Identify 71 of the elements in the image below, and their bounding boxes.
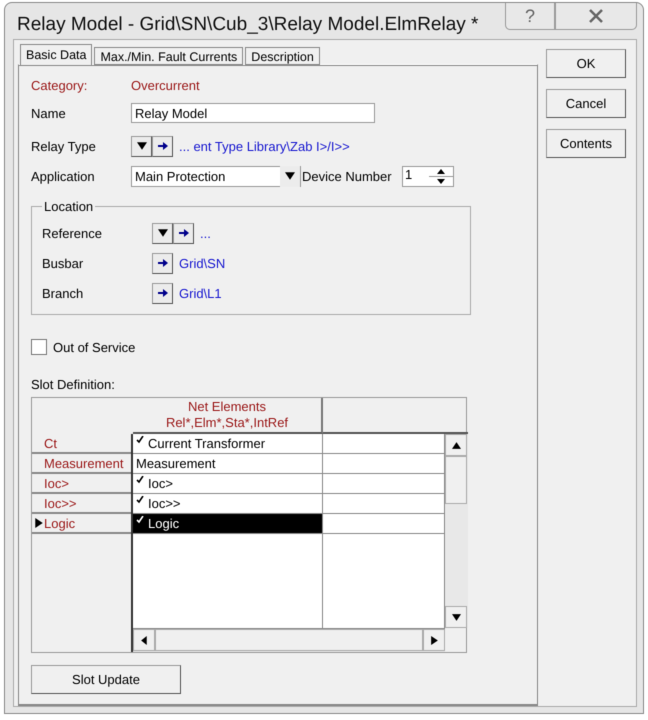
scroll-up-button[interactable]: [445, 434, 467, 456]
field-label: Category:: [31, 78, 88, 92]
field-label: Busbar: [42, 256, 84, 270]
window-title: Relay Model - Grid\SN\Cub_3\Relay Model.ElmRelay *: [17, 13, 480, 36]
scroll-down-button[interactable]: [445, 606, 467, 628]
checkbox[interactable]: [31, 339, 47, 355]
field-label: Reference: [42, 226, 103, 240]
vertical-scrollbar[interactable]: [445, 434, 468, 628]
field-label: Relay Type: [31, 138, 97, 154]
left-arrow-icon: [140, 636, 148, 644]
relay-type-link[interactable]: ... ent Type Library\Zab I>/I>>: [179, 138, 350, 154]
row-pointer-icon: [34, 518, 44, 528]
dropdown-button[interactable]: [131, 136, 152, 156]
row-header[interactable]: Measurement: [32, 454, 131, 474]
table-cell[interactable]: Ioc>: [133, 474, 322, 494]
arrow-icon: [158, 289, 168, 297]
spin-arrows-icon: [429, 166, 453, 186]
field-label: Device Number: [302, 168, 393, 184]
checkbox-label: Out of Service: [53, 340, 136, 354]
row-header[interactable]: Ioc>: [32, 474, 131, 494]
arrow-icon: [158, 142, 168, 150]
name-field[interactable]: Relay Model: [131, 103, 375, 123]
close-icon: [588, 9, 604, 23]
tab[interactable]: Max./Min. Fault Currents: [94, 47, 244, 65]
jump-button[interactable]: [152, 282, 173, 304]
row-header[interactable]: Ct: [32, 434, 131, 454]
caret-icon: [158, 228, 168, 238]
table-cell[interactable]: Current Transformer: [133, 434, 322, 454]
row-header[interactable]: Ioc>>: [32, 494, 131, 514]
tick-icon: [136, 496, 144, 504]
arrow-icon: [178, 229, 188, 237]
scroll-right-button[interactable]: [423, 629, 445, 651]
tab[interactable]: Basic Data: [20, 44, 92, 65]
tab[interactable]: Description: [245, 47, 320, 65]
group-title: Location: [43, 199, 94, 214]
table-cell[interactable]: Logic: [133, 514, 322, 534]
down-arrow-icon: [452, 612, 460, 622]
scroll-thumb[interactable]: [445, 456, 467, 504]
location-link[interactable]: Grid\SN: [179, 256, 226, 270]
dropdown-button[interactable]: [152, 222, 173, 244]
jump-button[interactable]: [152, 136, 173, 156]
horizontal-scrollbar[interactable]: [133, 628, 445, 652]
row-header[interactable]: Logic: [32, 514, 131, 534]
help-button[interactable]: ?: [505, 3, 555, 30]
tick-icon: [136, 436, 144, 444]
close-button[interactable]: [555, 3, 637, 30]
scroll-left-button[interactable]: [133, 629, 155, 651]
dialog-button[interactable]: Cancel: [546, 89, 626, 118]
dialog-button[interactable]: Contents: [546, 129, 626, 158]
dialog-button[interactable]: OK: [546, 49, 626, 78]
device-number-spinner[interactable]: 1: [402, 166, 454, 186]
table-cell[interactable]: Ioc>>: [133, 494, 322, 514]
jump-button[interactable]: [152, 252, 173, 274]
caret-icon: [136, 141, 146, 151]
jump-button[interactable]: [173, 222, 194, 244]
location-link[interactable]: Grid\L1: [179, 286, 222, 300]
field-label: Branch: [42, 286, 84, 300]
right-arrow-icon: [430, 636, 438, 644]
section-label: Slot Definition:: [31, 376, 115, 392]
slot-update-button[interactable]: Slot Update: [31, 665, 181, 694]
category-value: Overcurrent: [131, 78, 200, 92]
field-label: Name: [31, 106, 67, 120]
tick-icon: [136, 476, 144, 484]
scroll-thumb[interactable]: [155, 629, 423, 651]
application-dropdown[interactable]: Main Protection: [131, 166, 301, 186]
field-label: Application: [31, 168, 96, 184]
location-link[interactable]: ...: [200, 226, 211, 240]
caret-icon: [285, 171, 295, 181]
tick-icon: [136, 516, 144, 524]
arrow-icon: [158, 259, 168, 267]
up-arrow-icon: [452, 440, 460, 450]
